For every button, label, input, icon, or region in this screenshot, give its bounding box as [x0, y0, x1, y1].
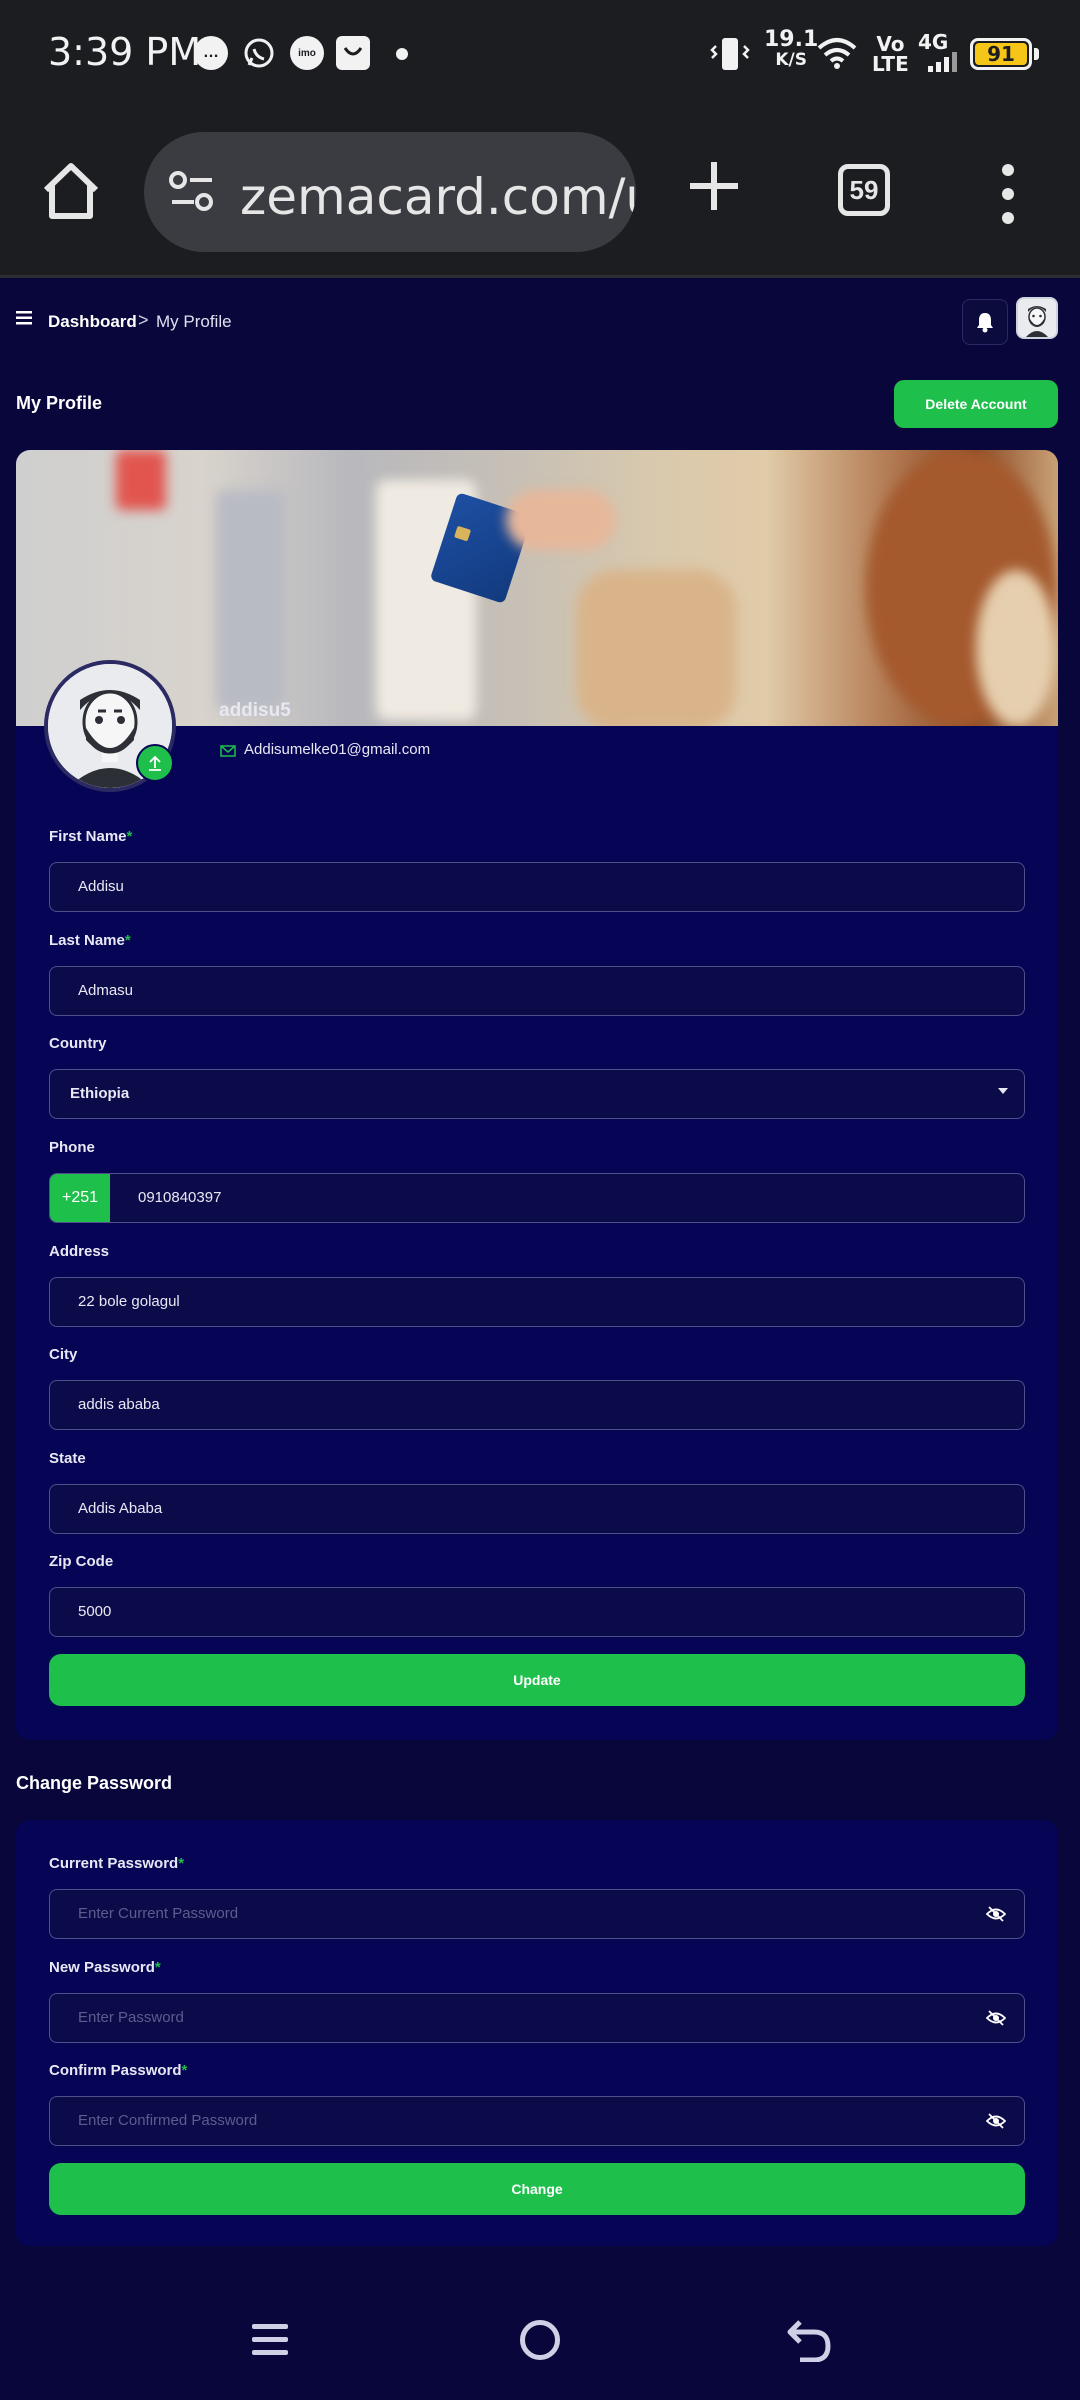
android-navigation-bar: [0, 2276, 1080, 2400]
eye-slash-icon[interactable]: [985, 1905, 1007, 1923]
current-password-field[interactable]: Enter Current Password: [49, 1889, 1025, 1939]
new-password-label: New Password*: [49, 1959, 161, 1976]
hamburger-menu-icon[interactable]: [16, 311, 32, 325]
volte-indicator: Vo LTE: [872, 32, 909, 76]
vibrate-icon: [710, 36, 750, 77]
shop-icon: [336, 36, 370, 70]
country-select[interactable]: Ethiopia: [49, 1069, 1025, 1119]
confirm-password-label: Confirm Password*: [49, 2062, 188, 2079]
profile-email: Addisumelke01@gmail.com: [244, 741, 431, 758]
wifi-icon: [816, 36, 858, 75]
home-icon[interactable]: [38, 158, 104, 224]
tabs-icon[interactable]: 59: [838, 164, 890, 216]
chevron-down-icon: [998, 1088, 1008, 1094]
zip-label: Zip Code: [49, 1553, 114, 1570]
city-field[interactable]: addis ababa: [49, 1380, 1025, 1430]
browser-toolbar: zemacard.com/us 59: [0, 108, 1080, 278]
eye-slash-icon[interactable]: [985, 2009, 1007, 2027]
change-password-title: Change Password: [16, 1773, 173, 1793]
mail-icon: [220, 744, 236, 757]
upload-avatar-icon[interactable]: [136, 744, 174, 782]
profile-username: addisu5: [219, 700, 291, 721]
battery-icon: 91: [970, 38, 1032, 70]
last-name-label: Last Name*: [49, 932, 131, 949]
state-label: State: [49, 1450, 86, 1467]
address-label: Address: [49, 1243, 110, 1260]
breadcrumb-current: My Profile: [156, 312, 232, 331]
phone-label: Phone: [49, 1139, 95, 1156]
menu-icon[interactable]: [990, 162, 1026, 226]
delete-account-button[interactable]: Delete Account: [894, 380, 1058, 428]
city-label: City: [49, 1346, 78, 1363]
profile-card: addisu5 Addisumelke01@gmail.com First Na…: [16, 450, 1058, 1740]
phone-country-code[interactable]: +251: [50, 1174, 110, 1222]
url-text[interactable]: zemacard.com/us: [240, 168, 636, 226]
phone-field[interactable]: +251 0910840397: [49, 1173, 1025, 1223]
whatsapp-icon: [242, 36, 276, 70]
app-header: Dashboard > My Profile: [0, 281, 1080, 361]
new-tab-icon[interactable]: [686, 158, 742, 214]
recent-apps-icon[interactable]: [250, 2320, 290, 2360]
page-title: My Profile: [16, 393, 103, 413]
network-speed: 19.1 K/S: [764, 27, 819, 71]
address-bar[interactable]: zemacard.com/us: [144, 132, 636, 252]
confirm-password-field[interactable]: Enter Confirmed Password: [49, 2096, 1025, 2146]
home-nav-icon[interactable]: [520, 2320, 560, 2360]
state-field[interactable]: Addis Ababa: [49, 1484, 1025, 1534]
first-name-label: First Name*: [49, 828, 133, 845]
zip-field[interactable]: 5000: [49, 1587, 1025, 1637]
update-button[interactable]: Update: [49, 1654, 1025, 1706]
first-name-field[interactable]: Addisu: [49, 862, 1025, 912]
new-password-field[interactable]: Enter Password: [49, 1993, 1025, 2043]
eye-slash-icon[interactable]: [985, 2112, 1007, 2130]
site-settings-icon[interactable]: [168, 170, 216, 214]
signal-icon: [926, 52, 960, 77]
notification-bell-icon[interactable]: [962, 299, 1008, 345]
change-password-card: Current Password* Enter Current Password…: [16, 1820, 1058, 2246]
change-password-button[interactable]: Change: [49, 2163, 1025, 2215]
notification-dot-icon: [396, 48, 408, 60]
battery-tip: [1034, 48, 1039, 60]
status-time: 3:39 PM: [48, 30, 202, 74]
profile-banner-image: [16, 450, 1058, 726]
last-name-field[interactable]: Admasu: [49, 966, 1025, 1016]
status-bar: 3:39 PM … imo 19.1 K/S Vo LTE 4G 91: [0, 0, 1080, 108]
chat-icon: …: [194, 36, 228, 70]
country-label: Country: [49, 1035, 107, 1052]
imo-icon: imo: [290, 36, 324, 70]
back-icon[interactable]: [786, 2318, 832, 2363]
user-avatar[interactable]: [1016, 297, 1058, 339]
address-field[interactable]: 22 bole golagul: [49, 1277, 1025, 1327]
breadcrumb-dashboard[interactable]: Dashboard: [48, 312, 137, 332]
current-password-label: Current Password*: [49, 1855, 185, 1872]
network-type: 4G: [918, 30, 949, 54]
breadcrumb-separator: >: [138, 310, 149, 330]
